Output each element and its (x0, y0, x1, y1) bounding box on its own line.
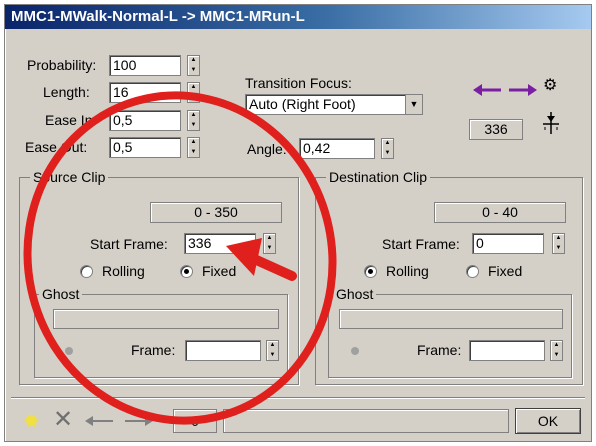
arrow-right-icon[interactable] (509, 84, 537, 96)
cross-icon[interactable]: ✕ (53, 405, 73, 434)
destination-start-frame-spinner[interactable]: ▲ ▼ (552, 233, 565, 254)
chevron-down-icon[interactable]: ▼ (405, 95, 422, 114)
arrow-right-icon[interactable] (125, 416, 153, 426)
gears-icon[interactable]: ⚙ (543, 75, 557, 95)
destination-ghost-frame-label: Frame: (417, 342, 462, 358)
arrow-left-icon[interactable] (473, 84, 501, 96)
source-start-frame-spinner[interactable]: ▲ ▼ (263, 233, 276, 254)
bottom-separator (11, 397, 585, 398)
source-rolling-label: Rolling (102, 263, 145, 279)
transition-focus-label: Transition Focus: (245, 75, 352, 91)
destination-ghost-group: Ghost Frame: ▲ ▼ (328, 286, 572, 378)
source-ghost-frame-spinner[interactable]: ▲ ▼ (266, 340, 279, 361)
ease-in-spinner[interactable]: ▲ ▼ (187, 110, 200, 131)
destination-rolling-label: Rolling (386, 263, 429, 279)
destination-clip-title: Destination Clip (326, 169, 431, 185)
length-spinner[interactable]: ▲ ▼ (187, 82, 200, 103)
length-field[interactable]: 16 (109, 82, 181, 103)
ok-button[interactable]: OK (515, 408, 581, 434)
destination-range: 0 - 40 (434, 202, 566, 223)
arrow-left-icon[interactable] (85, 416, 113, 426)
ease-in-label: Ease In: (45, 112, 97, 128)
destination-clip-group: Destination Clip 0 - 40 Start Frame: 0 ▲… (315, 169, 583, 385)
source-ghost-name (53, 309, 279, 329)
transition-dialog: MMC1-MWalk-Normal-L -> MMC1-MRun-L Proba… (4, 4, 592, 442)
transition-focus-select[interactable]: Auto (Right Foot) ▼ (245, 94, 423, 115)
destination-fixed-radio[interactable] (466, 265, 479, 278)
source-ghost-group: Ghost Frame: ▲ ▼ (34, 286, 288, 378)
length-label: Length: (43, 84, 90, 100)
pin-icon[interactable] (541, 111, 561, 135)
source-fixed-label: Fixed (202, 263, 237, 279)
destination-start-frame-label: Start Frame: (382, 236, 460, 252)
source-start-frame-field[interactable]: 336 (184, 233, 256, 254)
bottom-counter: 0 (173, 409, 217, 433)
source-clip-title: Source Clip (30, 169, 109, 185)
source-ghost-frame-label: Frame: (131, 342, 176, 358)
probability-field[interactable]: 100 (109, 55, 181, 76)
destination-ghost-frame-spinner[interactable]: ▲ ▼ (550, 340, 563, 361)
bottom-status-field (223, 409, 509, 433)
angle-spinner[interactable]: ▲ ▼ (381, 138, 394, 159)
ease-out-label: Ease Out: (25, 139, 88, 155)
sparkle-icon[interactable]: ✹ (23, 409, 40, 434)
source-start-frame-label: Start Frame: (90, 236, 168, 252)
ease-out-field[interactable]: 0,5 (109, 137, 181, 158)
angle-field[interactable]: 0,42 (299, 138, 375, 159)
bottom-nav-arrows (85, 416, 153, 426)
destination-ghost-name (339, 309, 563, 329)
transition-focus-value: Auto (Right Foot) (249, 96, 356, 112)
probability-spinner[interactable]: ▲ ▼ (187, 55, 200, 76)
source-rolling-radio[interactable] (80, 265, 93, 278)
source-range: 0 - 350 (150, 202, 282, 223)
source-ghost-color-dot[interactable] (65, 347, 73, 355)
source-ghost-frame-field[interactable] (185, 340, 261, 361)
destination-rolling-radio[interactable] (364, 265, 377, 278)
source-ghost-title: Ghost (39, 286, 83, 302)
source-fixed-radio[interactable] (180, 265, 193, 278)
frame-readout: 336 (469, 119, 523, 140)
destination-ghost-color-dot[interactable] (351, 347, 359, 355)
ease-out-spinner[interactable]: ▲ ▼ (187, 137, 200, 158)
destination-start-frame-field[interactable]: 0 (472, 233, 544, 254)
angle-label: Angle: (247, 141, 287, 157)
nav-arrows (473, 84, 537, 96)
source-clip-group: Source Clip 0 - 350 Start Frame: 336 ▲ ▼ … (19, 169, 299, 385)
destination-ghost-frame-field[interactable] (469, 340, 545, 361)
title-bar: MMC1-MWalk-Normal-L -> MMC1-MRun-L (5, 5, 591, 29)
destination-ghost-title: Ghost (333, 286, 377, 302)
probability-label: Probability: (27, 57, 97, 73)
destination-fixed-label: Fixed (488, 263, 523, 279)
ease-in-field[interactable]: 0,5 (109, 110, 181, 131)
